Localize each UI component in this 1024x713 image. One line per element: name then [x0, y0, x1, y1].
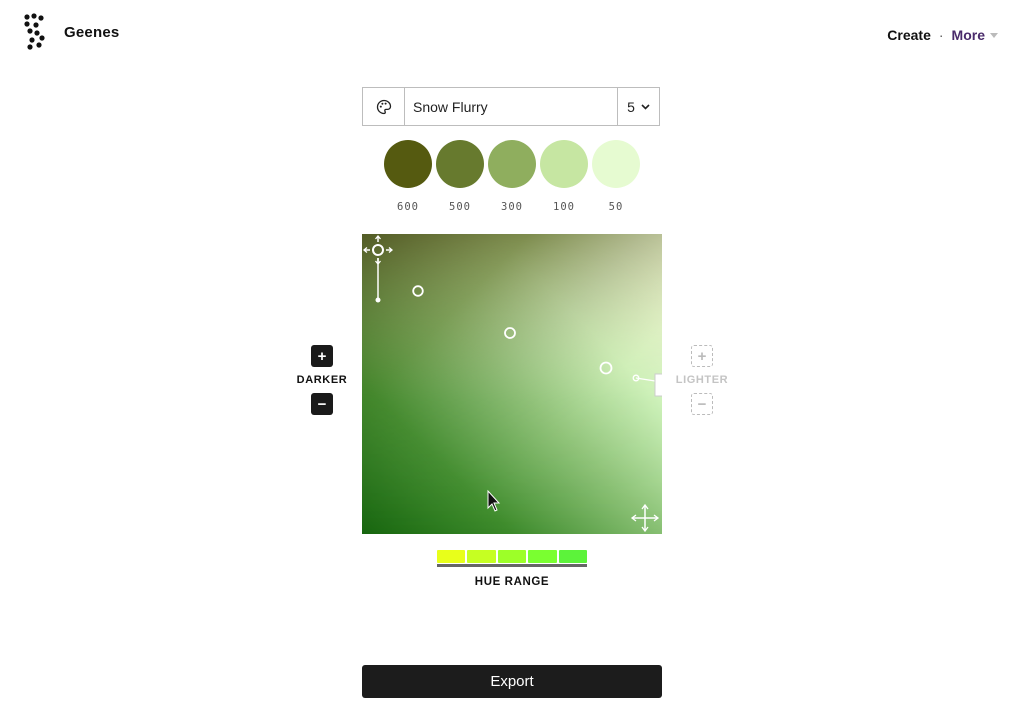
swatch-label: 600	[397, 201, 419, 213]
swatch[interactable]: 50	[592, 140, 640, 213]
hue-segment	[497, 550, 527, 563]
swatch[interactable]: 600	[384, 140, 432, 213]
hue-segment	[467, 550, 496, 563]
swatch-row: 600 500 300 100 50	[384, 140, 640, 213]
lighter-controls: + LIGHTER −	[672, 345, 732, 415]
export-button[interactable]: Export	[362, 665, 662, 698]
nav-more-label: More	[951, 27, 985, 43]
hue-range-slider[interactable]	[437, 550, 588, 563]
palette-name-input[interactable]: Snow Flurry	[405, 88, 617, 125]
shade-point[interactable]	[599, 361, 613, 375]
color-plane[interactable]	[362, 234, 662, 534]
lighter-plus-button[interactable]: +	[691, 345, 713, 367]
plane-overlay	[362, 234, 662, 533]
shade-count-select[interactable]: 5	[617, 88, 659, 125]
swatch[interactable]: 100	[540, 140, 588, 213]
lighter-label: LIGHTER	[675, 374, 729, 386]
swatch-color[interactable]	[592, 140, 640, 188]
swatch-label: 300	[501, 201, 523, 213]
hue-segment	[558, 550, 588, 563]
hue-segment	[437, 550, 466, 563]
top-nav: Create · More	[887, 27, 998, 43]
move-icon[interactable]	[630, 503, 660, 533]
caret-down-icon	[990, 33, 998, 38]
nav-create-link[interactable]: Create	[887, 27, 931, 43]
app-page: Geenes Create · More Snow Flurry 5 600 50	[0, 0, 1024, 713]
shade-count-value: 5	[627, 98, 635, 115]
hue-segment	[528, 550, 557, 563]
darker-minus-button[interactable]: −	[311, 393, 333, 415]
hue-range: HUE RANGE	[437, 550, 588, 588]
chevron-down-icon	[641, 103, 650, 110]
swatch-color[interactable]	[488, 140, 536, 188]
shade-point[interactable]	[504, 327, 516, 339]
darker-controls: + DARKER −	[292, 345, 352, 415]
palette-selector: Snow Flurry 5	[362, 87, 660, 126]
swatch-color[interactable]	[384, 140, 432, 188]
swatch[interactable]: 300	[488, 140, 536, 213]
palette-picker-button[interactable]	[363, 88, 405, 125]
darker-label: DARKER	[296, 374, 348, 386]
swatch-label: 100	[553, 201, 575, 213]
swatch-label: 50	[608, 201, 624, 213]
swatch[interactable]: 500	[436, 140, 484, 213]
hue-range-label: HUE RANGE	[474, 576, 550, 588]
hue-track	[437, 564, 587, 567]
darker-plus-button[interactable]: +	[311, 345, 333, 367]
light-curve-handle[interactable]	[632, 373, 662, 397]
brand-name[interactable]: Geenes	[64, 24, 119, 41]
geenes-logo-icon[interactable]	[22, 13, 50, 51]
swatch-color[interactable]	[436, 140, 484, 188]
lighter-minus-button[interactable]: −	[691, 393, 713, 415]
palette-icon	[376, 99, 391, 114]
nav-more-menu[interactable]: More	[952, 27, 998, 43]
shade-point[interactable]	[412, 285, 424, 297]
nav-separator: ·	[938, 27, 944, 43]
mouse-cursor-icon	[487, 489, 501, 512]
dark-end-handle[interactable]	[362, 234, 394, 303]
swatch-label: 500	[449, 201, 471, 213]
swatch-color[interactable]	[540, 140, 588, 188]
